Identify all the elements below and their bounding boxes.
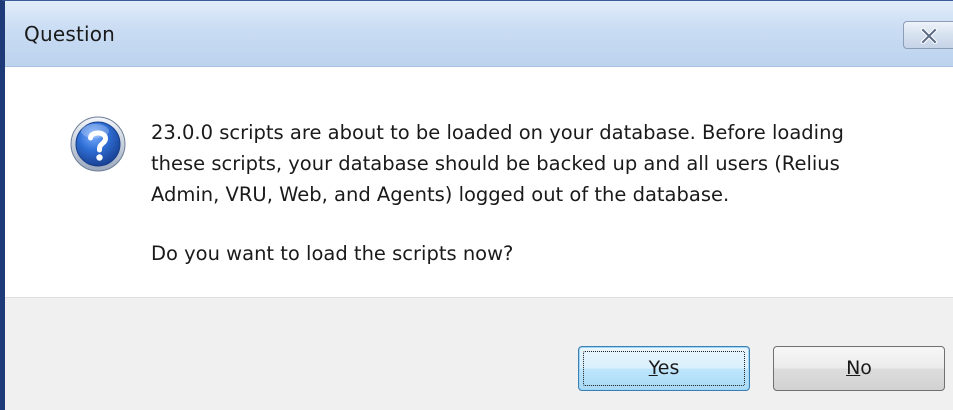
message-text: 23.0.0 scripts are about to be loaded on… <box>151 117 941 210</box>
no-button[interactable]: No <box>773 346 945 391</box>
message-line: Admin, VRU, Web, and Agents) logged out … <box>151 183 730 206</box>
close-button[interactable] <box>903 21 953 49</box>
yes-button[interactable]: Yes <box>578 346 750 391</box>
prompt-text: Do you want to load the scripts now? <box>151 242 514 265</box>
message-line: 23.0.0 scripts are about to be loaded on… <box>151 121 844 144</box>
dialog-content: 23.0.0 scripts are about to be loaded on… <box>5 67 953 297</box>
question-dialog: Question 23.0.0 scripts are about to be … <box>0 0 953 410</box>
close-icon <box>920 28 938 44</box>
button-bar: Yes No <box>5 297 953 410</box>
focus-ring <box>583 351 745 386</box>
title-bar[interactable]: Question <box>5 1 953 67</box>
message-line: these scripts, your database should be b… <box>151 152 840 175</box>
no-accelerator: N <box>846 357 861 379</box>
question-icon <box>70 116 126 172</box>
no-label-rest: o <box>860 357 872 379</box>
window-title: Question <box>24 22 116 46</box>
